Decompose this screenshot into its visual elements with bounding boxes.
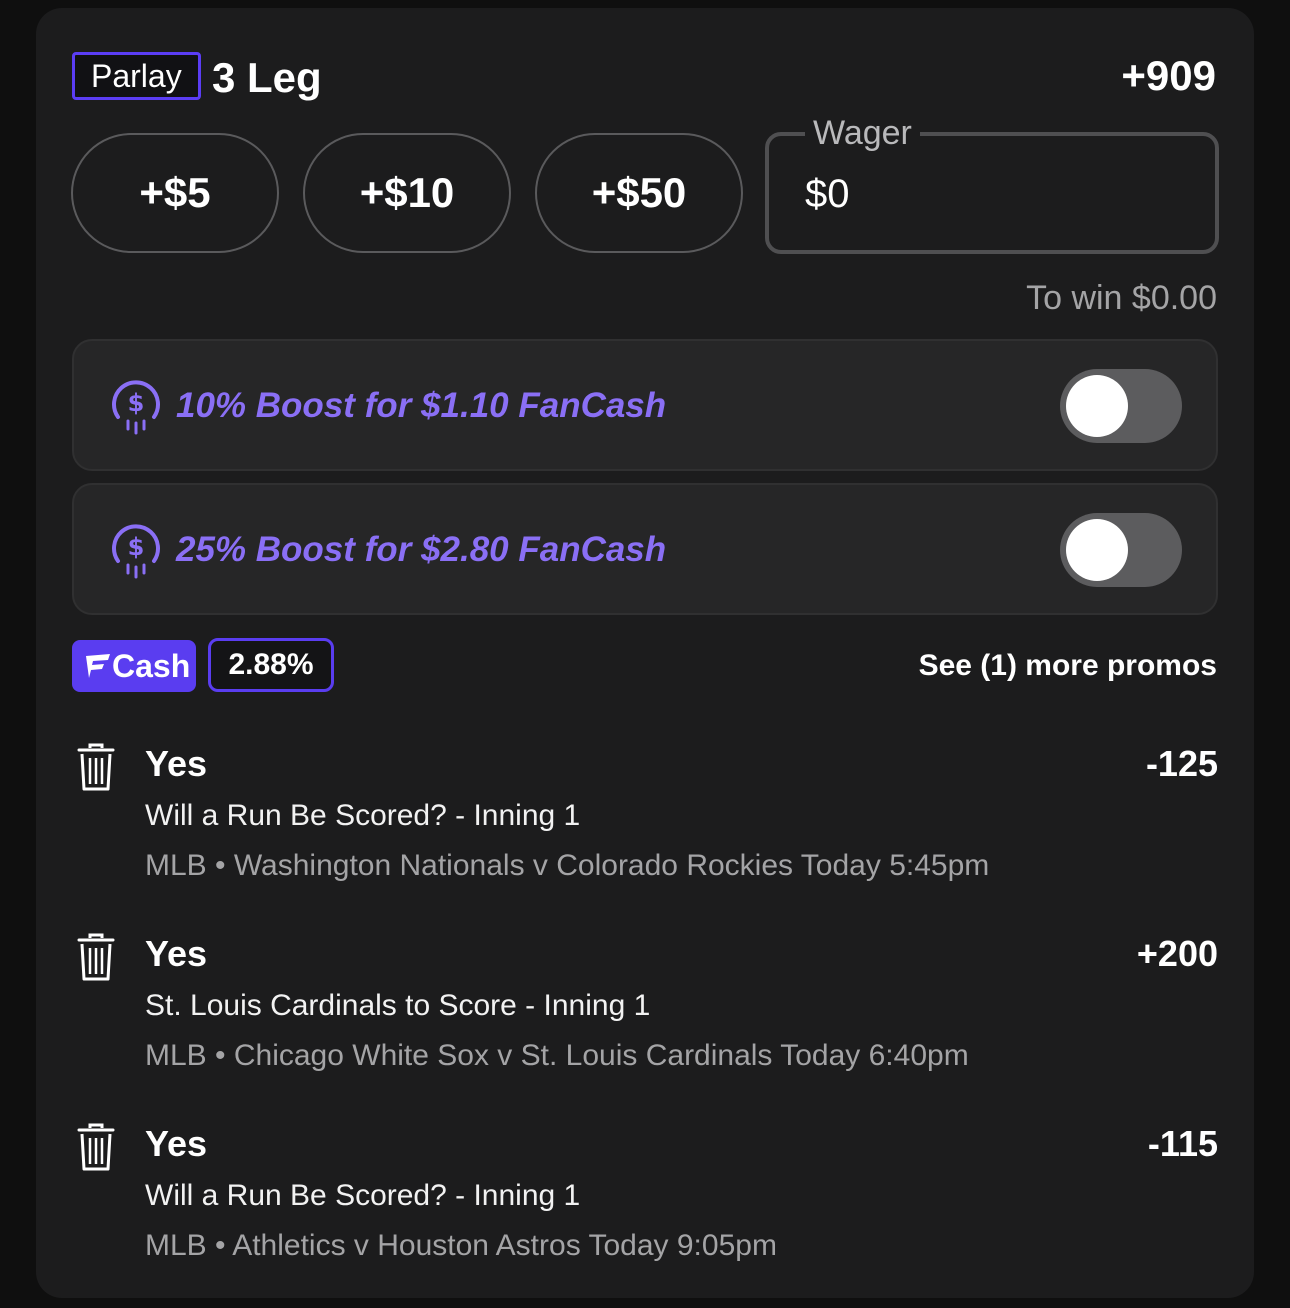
- leg-item: Yes -115 Will a Run Be Scored? - Inning …: [72, 1118, 1218, 1278]
- boost-toggle-10[interactable]: [1060, 369, 1182, 443]
- leg-odds: +200: [1136, 933, 1218, 974]
- boost-row-25[interactable]: $ 25% Boost for $2.80 FanCash: [72, 483, 1218, 615]
- leg-pick: Yes: [145, 933, 208, 974]
- add-5-button[interactable]: +$5: [71, 133, 279, 253]
- leg-count-title: 3 Leg: [212, 54, 322, 101]
- boost-row-10[interactable]: $ 10% Boost for $1.10 FanCash: [72, 339, 1218, 471]
- leg-odds: -125: [1145, 743, 1218, 784]
- to-win-text: To win $0.00: [1026, 279, 1217, 317]
- wager-input[interactable]: Wager $0: [765, 114, 1219, 254]
- leg-game-info: MLB • Chicago White Sox v St. Louis Card…: [145, 1039, 969, 1072]
- fancash-badge: Cash: [72, 640, 196, 692]
- leg-market: Will a Run Be Scored? - Inning 1: [145, 1179, 581, 1212]
- total-odds: +909: [1121, 52, 1216, 99]
- trash-icon[interactable]: [76, 742, 116, 792]
- wager-value[interactable]: $0: [805, 170, 850, 218]
- trash-icon[interactable]: [76, 932, 116, 982]
- fancash-label: Cash: [112, 648, 191, 684]
- boost-label: 10% Boost for $1.10 FanCash: [176, 386, 667, 425]
- leg-item: Yes -125 Will a Run Be Scored? - Inning …: [72, 738, 1218, 898]
- boost-label: 25% Boost for $2.80 FanCash: [176, 530, 667, 569]
- fancash-coin-icon: $: [112, 524, 160, 579]
- add-50-button[interactable]: +$50: [535, 133, 743, 253]
- leg-market: St. Louis Cardinals to Score - Inning 1: [145, 989, 651, 1022]
- leg-pick: Yes: [145, 1123, 208, 1164]
- leg-pick: Yes: [145, 743, 208, 784]
- fancash-logo-icon: [86, 654, 110, 678]
- add-10-button[interactable]: +$10: [303, 133, 511, 253]
- toggle-knob: [1066, 519, 1128, 581]
- leg-odds: -115: [1147, 1123, 1218, 1164]
- more-promos-link[interactable]: See (1) more promos: [919, 644, 1217, 688]
- svg-text:$: $: [128, 533, 145, 561]
- boost-toggle-25[interactable]: [1060, 513, 1182, 587]
- fancash-coin-icon: $: [112, 380, 160, 435]
- bet-slip-card: Parlay 3 Leg +909 +$5 +$10 +$50 Wager $0…: [36, 8, 1254, 1298]
- leg-game-info: MLB • Athletics v Houston Astros Today 9…: [145, 1229, 777, 1262]
- parlay-header: Parlay 3 Leg +909: [72, 44, 1216, 104]
- leg-market: Will a Run Be Scored? - Inning 1: [145, 799, 581, 832]
- leg-game-info: MLB • Washington Nationals v Colorado Ro…: [145, 849, 990, 882]
- trash-icon[interactable]: [76, 1122, 116, 1172]
- svg-text:$: $: [128, 389, 145, 417]
- wager-label: Wager: [805, 114, 920, 152]
- leg-item: Yes +200 St. Louis Cardinals to Score - …: [72, 928, 1218, 1088]
- fancash-percent-badge: 2.88%: [208, 638, 334, 692]
- parlay-badge: Parlay: [72, 52, 201, 100]
- toggle-knob: [1066, 375, 1128, 437]
